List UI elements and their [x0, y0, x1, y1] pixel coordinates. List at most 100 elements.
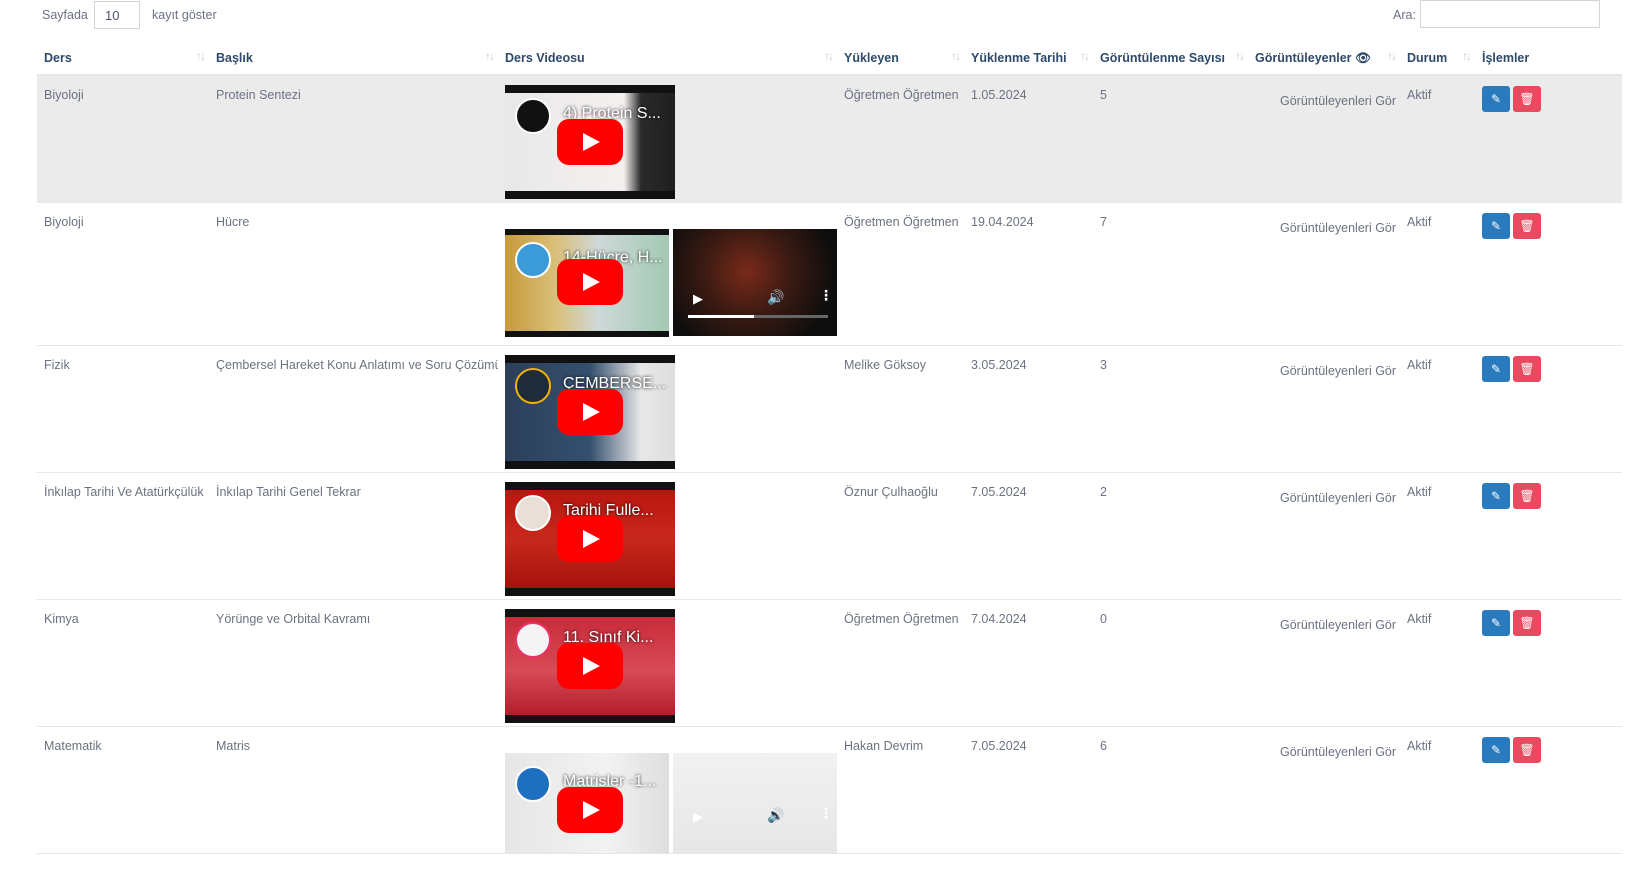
channel-avatar: [515, 98, 551, 134]
viewers-link[interactable]: Görüntüleyenleri Gör: [1248, 726, 1400, 854]
table-header-row: Ders ↑↓ Başlık ↑↓ Ders Videosu ↑↓ Yükleyen ↑…: [37, 42, 1622, 76]
viewers-link[interactable]: Görüntüleyenleri Gör: [1248, 599, 1400, 727]
play-icon[interactable]: [557, 258, 623, 305]
viewers-link[interactable]: Görüntüleyenleri Gör: [1248, 345, 1400, 473]
viewers-link[interactable]: Görüntüleyenleri Gör: [1248, 75, 1400, 203]
play-icon[interactable]: [557, 642, 623, 689]
cell-actions: ✎ 🗑: [1475, 472, 1622, 600]
youtube-embed[interactable]: 14-Hücre, H...: [505, 228, 669, 337]
sort-icon: ↑↓: [196, 49, 206, 63]
delete-button[interactable]: 🗑: [1513, 86, 1541, 112]
edit-icon: ✎: [1490, 742, 1502, 757]
play-icon[interactable]: ▶: [693, 291, 703, 307]
table-row: Fizik Çembersel Hareket Konu Anlatımı ve…: [37, 345, 1622, 473]
delete-button[interactable]: 🗑: [1513, 609, 1541, 636]
column-header-baslik[interactable]: Başlık ↑↓: [209, 42, 498, 76]
cell-yukleyen: Öznur Çulhaoğlu: [837, 472, 964, 600]
sort-icon: ↑↓: [1462, 49, 1472, 63]
cell-tarih: 7.05.2024: [964, 472, 1093, 600]
play-icon[interactable]: [557, 515, 623, 562]
edit-button[interactable]: ✎: [1482, 212, 1510, 239]
delete-button[interactable]: 🗑: [1513, 212, 1541, 239]
youtube-embed[interactable]: Tarihi Fulle...: [505, 481, 675, 596]
trash-icon: 🗑: [1519, 92, 1535, 106]
viewers-link[interactable]: Görüntüleyenleri Gör: [1248, 202, 1400, 346]
edit-icon: ✎: [1490, 615, 1502, 630]
html5-video-player[interactable]: ▶ 🔊 ⋮: [673, 228, 837, 336]
cell-baslik: Yörünge ve Orbital Kavramı: [209, 599, 498, 727]
html5-video-player[interactable]: ▶ 🔊 ⋮: [673, 752, 837, 852]
delete-button[interactable]: 🗑: [1513, 355, 1541, 382]
play-icon[interactable]: [557, 388, 623, 435]
edit-icon: ✎: [1490, 218, 1502, 233]
cell-durum: Aktif: [1400, 75, 1475, 203]
table-controls: Sayfada 10 kayıt göster Ara:: [0, 0, 1644, 34]
cell-ders: Matematik: [37, 726, 209, 854]
column-header-durum[interactable]: Durum ↑↓: [1400, 42, 1475, 76]
column-header-ders-videosu[interactable]: Ders Videosu ↑↓: [498, 42, 837, 76]
cell-ders: Biyoloji: [37, 202, 209, 346]
edit-button[interactable]: ✎: [1482, 609, 1510, 636]
page-length-select[interactable]: 10: [94, 1, 140, 29]
sort-icon: ↑↓: [824, 49, 834, 63]
cell-goruntulenme: 5: [1093, 75, 1248, 203]
trash-icon: 🗑: [1519, 488, 1535, 503]
channel-avatar: [515, 494, 551, 531]
more-vertical-icon[interactable]: ⋮: [819, 287, 833, 304]
youtube-embed[interactable]: ÇEMBERSE...: [505, 354, 675, 469]
cell-ders: İnkılap Tarihi Ve Atatürkçülük: [37, 472, 209, 600]
table-row: Biyoloji Hücre 14-Hücre, H... ▶ 🔊 ⋮ Öğre…: [37, 202, 1622, 346]
cell-videos: Tarihi Fulle...: [498, 472, 837, 600]
edit-icon: ✎: [1490, 361, 1502, 376]
volume-icon[interactable]: 🔊: [767, 807, 784, 824]
youtube-embed[interactable]: 4) Protein S...: [505, 85, 675, 199]
play-icon[interactable]: [557, 786, 623, 833]
table-row: Kimya Yörünge ve Orbital Kavramı 11. Sın…: [37, 599, 1622, 727]
cell-durum: Aktif: [1400, 472, 1475, 600]
edit-button[interactable]: ✎: [1482, 355, 1510, 382]
cell-videos: 11. Sınıf Ki...: [498, 599, 837, 727]
search-input[interactable]: [1420, 0, 1600, 28]
cell-yukleyen: Melike Göksoy: [837, 345, 964, 473]
cell-durum: Aktif: [1400, 599, 1475, 727]
cell-ders: Fizik: [37, 345, 209, 473]
cell-baslik: Protein Sentezi: [209, 75, 498, 203]
youtube-embed[interactable]: 11. Sınıf Ki...: [505, 608, 675, 723]
channel-avatar: [515, 367, 551, 404]
cell-goruntulenme: 3: [1093, 345, 1248, 473]
cell-actions: ✎ 🗑: [1475, 75, 1622, 203]
cell-yukleyen: Öğretmen Öğretmen: [837, 202, 964, 346]
play-icon[interactable]: ▶: [693, 809, 703, 825]
length-prefix-label: Sayfada: [42, 8, 88, 22]
trash-icon: 🗑: [1519, 742, 1535, 757]
edit-button[interactable]: ✎: [1482, 482, 1510, 509]
cell-actions: ✎ 🗑: [1475, 726, 1622, 854]
column-header-yukleyen[interactable]: Yükleyen ↑↓: [837, 42, 964, 76]
column-header-goruntulenme-sayisi[interactable]: Görüntülenme Sayısı ↑↓: [1093, 42, 1248, 76]
viewers-link[interactable]: Görüntüleyenleri Gör: [1248, 472, 1400, 600]
edit-button[interactable]: ✎: [1482, 86, 1510, 112]
cell-actions: ✎ 🗑: [1475, 202, 1622, 346]
column-header-yuklenme-tarihi[interactable]: Yüklenme Tarihi ↑↓: [964, 42, 1093, 76]
delete-button[interactable]: 🗑: [1513, 736, 1541, 763]
cell-goruntulenme: 6: [1093, 726, 1248, 854]
edit-button[interactable]: ✎: [1482, 736, 1510, 763]
video-progress-track[interactable]: [688, 314, 828, 318]
delete-button[interactable]: 🗑: [1513, 482, 1541, 509]
cell-goruntulenme: 0: [1093, 599, 1248, 727]
cell-tarih: 1.05.2024: [964, 75, 1093, 203]
cell-goruntulenme: 2: [1093, 472, 1248, 600]
cell-durum: Aktif: [1400, 726, 1475, 854]
play-icon[interactable]: [557, 119, 623, 165]
cell-durum: Aktif: [1400, 345, 1475, 473]
cell-tarih: 7.04.2024: [964, 599, 1093, 727]
column-header-goruntuleyenler[interactable]: Görüntüleyenler 👁 ↑↓: [1248, 42, 1400, 76]
cell-actions: ✎ 🗑: [1475, 345, 1622, 473]
youtube-embed[interactable]: Matrisler -1...: [505, 752, 669, 852]
more-vertical-icon[interactable]: ⋮: [819, 805, 833, 822]
column-header-ders[interactable]: Ders ↑↓: [37, 42, 209, 76]
volume-icon[interactable]: 🔊: [767, 289, 784, 306]
sort-icon: ↑↓: [951, 49, 961, 63]
cell-baslik: İnkılap Tarihi Genel Tekrar: [209, 472, 498, 600]
cell-tarih: 19.04.2024: [964, 202, 1093, 346]
